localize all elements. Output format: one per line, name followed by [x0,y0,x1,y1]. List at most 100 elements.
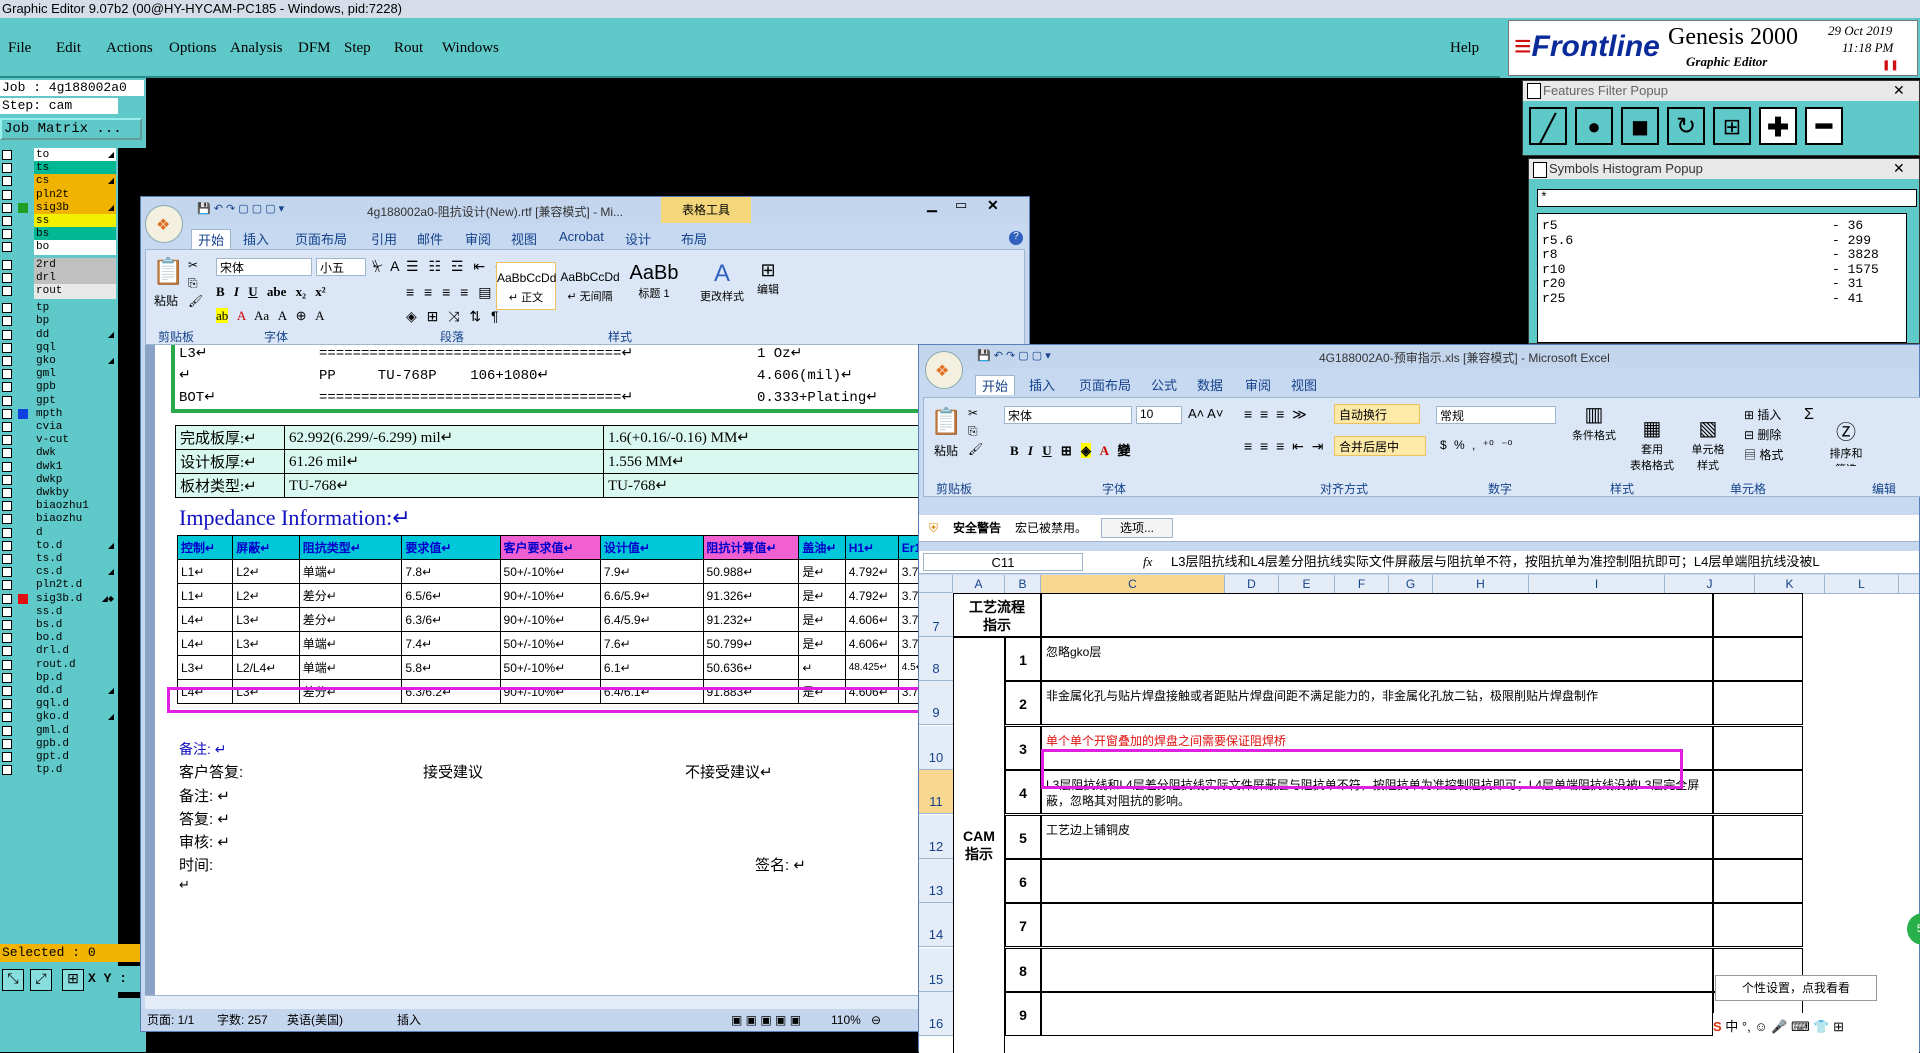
layer-checkbox[interactable] [2,686,12,696]
index-cell[interactable]: 8 [1005,947,1041,992]
clipboard-tools-icons[interactable]: ✂ ⎘ 🖌 [968,404,983,458]
row-header-16[interactable]: 16 [919,992,953,1037]
excel-tab-4[interactable]: 数据 [1197,375,1223,394]
page-status[interactable]: 页面: 1/1 [147,1009,194,1031]
layer-checkbox[interactable] [2,672,12,683]
column-header-b[interactable]: B [1005,575,1041,593]
word-tab-2[interactable]: 页面布局 [295,229,347,248]
change-styles-button[interactable]: A 更改样式 [700,260,744,316]
layer-checkbox[interactable] [2,408,12,419]
layer-checkbox[interactable] [2,725,12,736]
layer-checkbox[interactable] [2,382,12,393]
menu-options[interactable]: Options [169,40,217,57]
layer-row[interactable]: tp.d [2,763,116,779]
font-color-buttons[interactable]: ab A Aa A ⊕ A [216,308,324,324]
word-tab-0[interactable]: 开始 [191,229,232,249]
options-button[interactable]: 选项... [1101,518,1173,538]
pad-filter-icon[interactable]: ● [1575,107,1613,145]
index-cell[interactable]: 5 [1005,814,1041,859]
layer-name[interactable]: tp.d [34,763,116,779]
row-header-12[interactable]: 12 [919,814,953,859]
name-box[interactable]: C11 [923,553,1083,571]
layer-checkbox[interactable] [2,448,12,459]
layer-checkbox[interactable] [2,242,12,253]
conditional-format-button[interactable]: ▥ 条件格式 [1564,402,1624,466]
excel-tab-5[interactable]: 审阅 [1245,375,1271,394]
layer-checkbox[interactable] [2,163,12,174]
menu-rout[interactable]: Rout [394,40,423,57]
column-header-e[interactable]: E [1279,575,1335,593]
menu-analysis[interactable]: Analysis [230,40,283,57]
layer-checkbox[interactable] [2,216,12,226]
wrap-text-button[interactable]: 自动换行 [1334,404,1420,424]
excel-tab-3[interactable]: 公式 [1151,375,1177,394]
clipboard-tools-icons[interactable]: ✂ ⎘ 🖌 [188,256,203,310]
grid-tool-icon[interactable]: ⊞ [62,969,84,991]
font-name-select[interactable]: 宋体 [216,258,312,276]
column-header-h[interactable]: H [1433,575,1529,593]
ime-toolbar[interactable]: S 中 °, ☺ 🎤 ⌨ 👕 ⊞ [1713,1013,1919,1041]
layer-checkbox[interactable] [2,329,12,340]
column-header-c[interactable]: C [1041,575,1225,593]
select-all-corner[interactable] [919,575,953,593]
arc-filter-icon[interactable]: ↻ [1667,107,1705,145]
number-buttons[interactable]: $ % , ⁺⁰ ⁻⁰ [1440,438,1512,452]
layer-checkbox[interactable] [2,422,12,432]
help-menu[interactable]: Help [1450,40,1479,57]
font-grow-icons[interactable]: A˄ A˅ [1188,406,1223,421]
delete-cells-button[interactable]: ⊟ 删除 [1744,426,1781,443]
job-matrix-button[interactable]: Job Matrix ... [0,118,142,140]
index-cell[interactable]: 2 [1005,681,1041,726]
quick-access-icons[interactable]: 💾 ↶ ↷ ▢ ▢ ▾ [977,349,1051,362]
align-buttons[interactable]: ≡ ≡ ≡ ⇤ ⇥ [1244,438,1324,455]
process-header-cell[interactable]: 工艺流程 指示 [953,593,1041,637]
symbol-row[interactable]: r20- 31 [1542,276,1902,291]
help-icon[interactable]: ? [1009,231,1023,245]
layer-checkbox[interactable] [2,501,12,512]
style-normal[interactable]: AaBbCcDd ↵ 正文 [496,262,556,310]
layer-checkbox[interactable] [2,633,12,644]
header-merged-cell[interactable] [1041,593,1713,637]
close-icon[interactable]: ✕ [987,197,1017,215]
layer-checkbox[interactable] [2,356,12,366]
row-header-14[interactable]: 14 [919,903,953,948]
layer-checkbox[interactable] [2,699,12,710]
layer-checkbox[interactable] [2,189,12,200]
menu-step[interactable]: Step [344,40,371,57]
font-format-buttons[interactable]: B I U abe x₂ x² [216,284,326,300]
layer-checkbox[interactable] [2,752,12,762]
fx-icon[interactable]: fx [1143,551,1152,573]
row-header-15[interactable]: 15 [919,947,953,992]
index-cell[interactable]: 6 [1005,859,1041,903]
word-tab-1[interactable]: 插入 [243,229,269,248]
layer-checkbox[interactable] [2,259,12,270]
row-header-8[interactable]: 8 [919,637,953,681]
column-header-a[interactable]: A [953,575,1005,593]
zoom-level[interactable]: 110% [831,1009,861,1031]
measure-tool-icon[interactable]: ⤢ [30,969,52,991]
index-cell[interactable]: 4 [1005,770,1041,815]
excel-tab-0[interactable]: 开始 [975,375,1016,395]
word-count[interactable]: 字数: 257 [217,1009,268,1031]
horizontal-scrollbar[interactable] [145,995,1025,1010]
column-header-l[interactable]: L [1825,575,1899,593]
menu-dfm[interactable]: DFM [298,40,331,57]
index-cell[interactable]: 3 [1005,725,1041,770]
layer-row[interactable]: rout [2,284,116,299]
excel-tab-2[interactable]: 页面布局 [1079,375,1131,394]
font-name-select[interactable]: 宋体 [1004,406,1132,424]
format-cells-button[interactable]: ▤ 格式 [1744,446,1783,463]
merge-center-button[interactable]: 合并后居中 [1334,436,1426,456]
layer-checkbox[interactable] [2,567,12,578]
layer-checkbox[interactable] [2,765,12,776]
word-tab-9[interactable]: 布局 [681,229,707,248]
empty-cell[interactable] [1713,637,1803,681]
sort-filter-button[interactable]: Ⓩ排序和 筛选 [1824,402,1868,466]
instruction-cell[interactable] [1041,859,1713,903]
layer-checkbox[interactable] [2,435,12,446]
row-header-11[interactable]: 11 [919,770,953,815]
maximize-icon[interactable]: ▭ [955,197,979,215]
symbol-row[interactable]: r5.6- 299 [1542,233,1902,248]
column-header-f[interactable]: F [1335,575,1389,593]
layer-checkbox[interactable] [2,395,12,406]
